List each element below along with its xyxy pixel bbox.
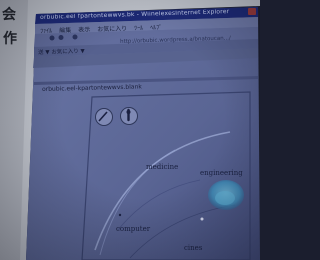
node-label-cines[interactable]: cines [184,245,202,252]
node-label-medicine[interactable]: medicine [146,164,178,171]
menu-favorites[interactable]: お気に入り [97,23,127,33]
menu-help[interactable]: ﾍﾙﾌﾟ [150,22,162,31]
bezel-char-1: 会 [2,7,16,23]
close-button[interactable] [248,8,256,15]
node-label-computer[interactable]: computer [116,226,150,233]
node-label-engineering[interactable]: engineering [200,170,243,177]
brush-tool-icon[interactable] [120,107,138,125]
pencil-tool-icon[interactable] [95,108,113,126]
bezel-char-2: 作 [3,31,17,47]
menu-file[interactable]: ﾌｧｲﾙ [40,26,52,35]
menu-edit[interactable]: 編集 [59,25,71,34]
menu-view[interactable]: 表示 [78,24,90,33]
menu-tools[interactable]: ﾂｰﾙ [134,23,143,32]
